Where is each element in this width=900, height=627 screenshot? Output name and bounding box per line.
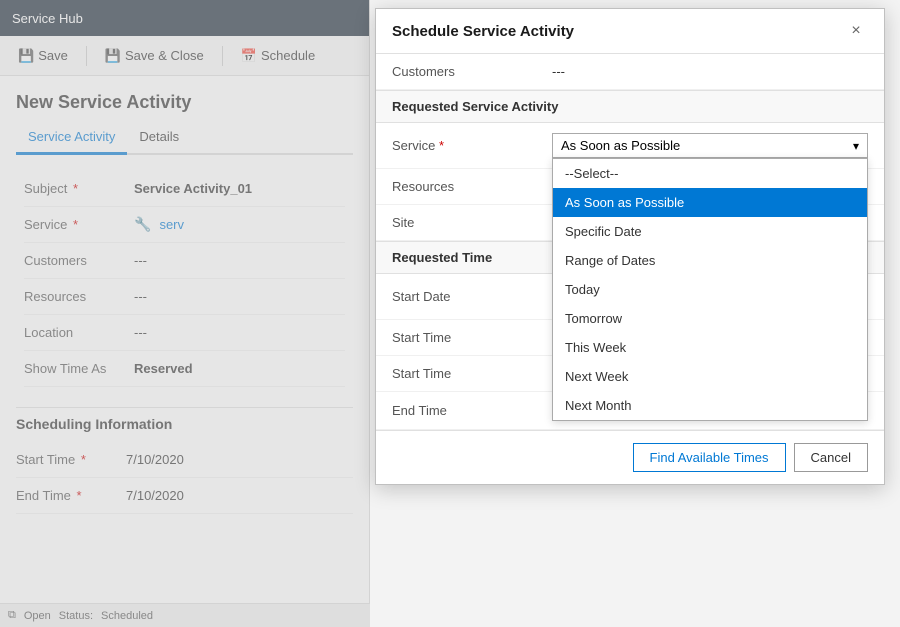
dropdown-item-select[interactable]: --Select-- bbox=[553, 159, 867, 188]
cancel-button[interactable]: Cancel bbox=[794, 443, 868, 472]
modal-customers-label: Customers bbox=[392, 64, 552, 79]
modal-start-date-label: Start Date bbox=[392, 289, 552, 304]
dropdown-item-today[interactable]: Today bbox=[553, 275, 867, 304]
modal-dialog: Schedule Service Activity × Customers --… bbox=[375, 8, 885, 485]
find-available-times-button[interactable]: Find Available Times bbox=[633, 443, 786, 472]
modal-service-row: Service * As Soon as Possible --Select--… bbox=[376, 123, 884, 169]
modal-resources-label: Resources bbox=[392, 179, 552, 194]
dropdown-selected-text: As Soon as Possible bbox=[561, 138, 680, 153]
service-date-dropdown[interactable]: As Soon as Possible --Select-- As Soon a… bbox=[552, 133, 868, 158]
modal-site-label: Site bbox=[392, 215, 552, 230]
modal-title: Schedule Service Activity bbox=[392, 23, 574, 40]
modal-customers-value: --- bbox=[552, 64, 868, 79]
requested-service-header: Requested Service Activity bbox=[376, 90, 884, 123]
dropdown-selected-display[interactable]: As Soon as Possible bbox=[552, 133, 868, 158]
modal-overlay bbox=[0, 0, 370, 627]
dropdown-item-asap[interactable]: As Soon as Possible bbox=[553, 188, 867, 217]
modal-titlebar: Schedule Service Activity × bbox=[376, 9, 884, 54]
chevron-down-icon bbox=[853, 138, 859, 153]
modal-start-time-section-label: Start Time bbox=[392, 330, 552, 345]
dropdown-item-this-week[interactable]: This Week bbox=[553, 333, 867, 362]
modal-footer: Find Available Times Cancel bbox=[376, 430, 884, 484]
dropdown-item-tomorrow[interactable]: Tomorrow bbox=[553, 304, 867, 333]
dropdown-item-next-week[interactable]: Next Week bbox=[553, 362, 867, 391]
dropdown-item-specific-date[interactable]: Specific Date bbox=[553, 217, 867, 246]
dropdown-item-next-month[interactable]: Next Month bbox=[553, 391, 867, 420]
modal-body: Customers --- Requested Service Activity… bbox=[376, 54, 884, 430]
modal-close-button[interactable]: × bbox=[844, 19, 868, 43]
modal-service-required: * bbox=[439, 138, 444, 153]
modal-end-time-label: End Time bbox=[392, 403, 552, 418]
modal-customers-row: Customers --- bbox=[376, 54, 884, 90]
modal-start-time-label: Start Time bbox=[392, 366, 552, 381]
dropdown-list[interactable]: --Select-- As Soon as Possible Specific … bbox=[552, 158, 868, 421]
dropdown-item-range-of-dates[interactable]: Range of Dates bbox=[553, 246, 867, 275]
modal-service-label: Service * bbox=[392, 138, 552, 153]
